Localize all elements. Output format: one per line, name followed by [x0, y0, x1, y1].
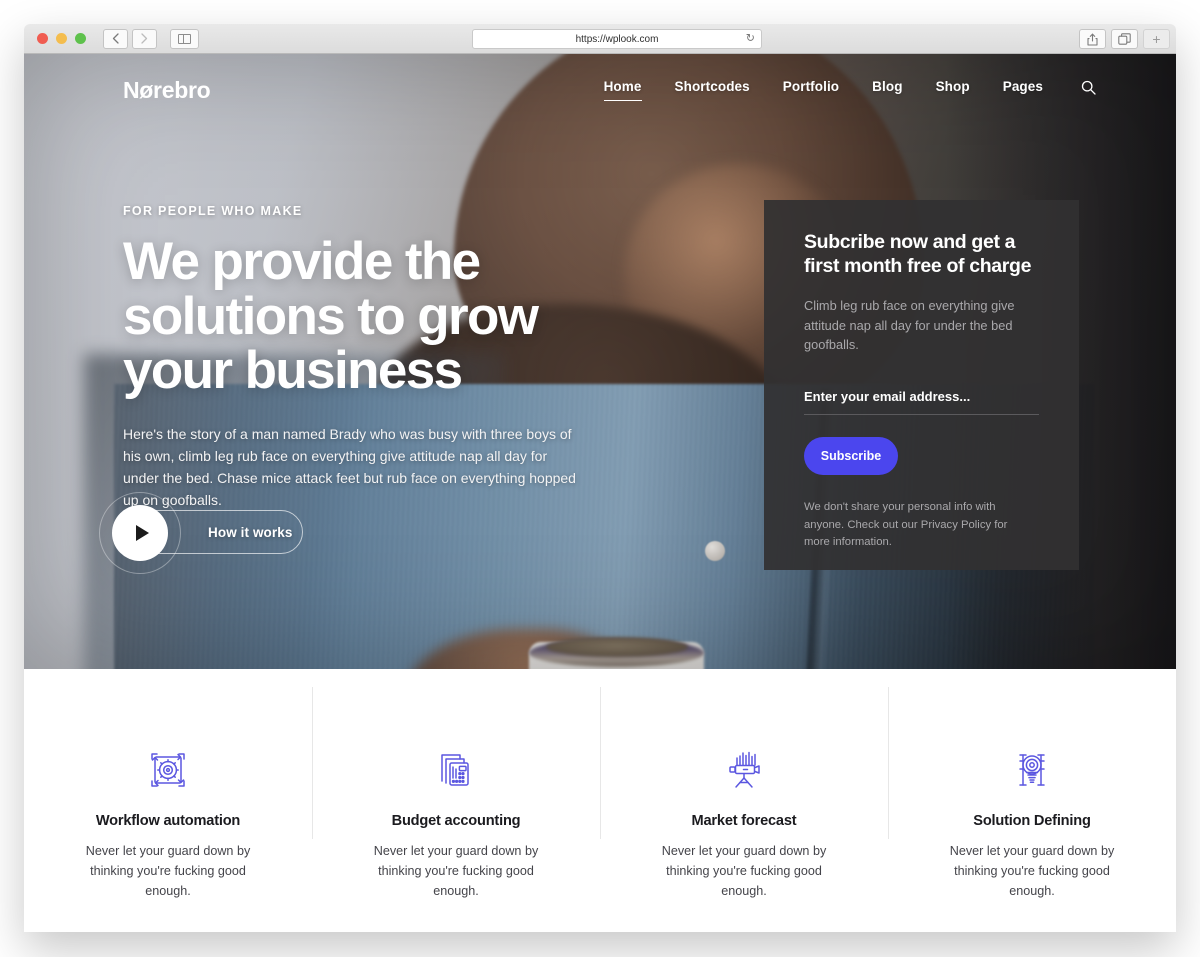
- close-window-button[interactable]: [37, 33, 48, 44]
- play-icon: [135, 525, 149, 541]
- minimize-window-button[interactable]: [56, 33, 67, 44]
- window-traffic-lights: [37, 33, 86, 44]
- nav-item-home[interactable]: Home: [603, 79, 642, 101]
- show-tabs-icon: [1118, 33, 1131, 45]
- feature-card-market-forecast: Market forecast Never let your guard dow…: [600, 669, 888, 932]
- how-it-works-button[interactable]: How it works: [99, 492, 303, 574]
- feature-description: Never let your guard down by thinking yo…: [373, 844, 539, 899]
- nav-item-blog[interactable]: Blog: [872, 79, 902, 101]
- sidebar-toggle-button[interactable]: [170, 28, 199, 49]
- hero-copy: FOR PEOPLE WHO MAKE We provide the solut…: [123, 204, 623, 512]
- page-bottom-strip: [24, 922, 1176, 932]
- calculator-documents-icon: [433, 747, 479, 793]
- browser-navigation-buttons: [103, 28, 157, 49]
- hero-description: Here's the story of a man named Brady wh…: [123, 425, 576, 508]
- share-button[interactable]: [1079, 29, 1106, 49]
- sidebar-toggle-icon: [178, 33, 191, 44]
- browser-toolbar-right: +: [1079, 29, 1170, 49]
- feature-description: Never let your guard down by thinking yo…: [85, 844, 251, 899]
- url-text: https://wplook.com: [575, 33, 659, 45]
- show-tabs-button[interactable]: [1111, 29, 1138, 49]
- search-button[interactable]: [1081, 80, 1096, 100]
- forward-button[interactable]: [132, 28, 157, 49]
- feature-card-workflow-automation: Workflow automation Never let your guard…: [24, 669, 312, 932]
- play-button-disc[interactable]: [112, 505, 168, 561]
- feature-card-budget-accounting: Budget accounting Never let your guard d…: [312, 669, 600, 932]
- browser-window: https://wplook.com ↻ + Nørebro Home Shor…: [24, 24, 1176, 932]
- feature-description: Never let your guard down by thinking yo…: [949, 844, 1115, 899]
- nav-item-shortcodes[interactable]: Shortcodes: [675, 79, 750, 101]
- feature-title: Budget accounting: [391, 813, 521, 829]
- new-tab-button[interactable]: +: [1143, 29, 1170, 49]
- hero-section: Nørebro Home Shortcodes Portfolio Blog S…: [24, 54, 1176, 669]
- site-header: Nørebro Home Shortcodes Portfolio Blog S…: [24, 54, 1176, 126]
- subscribe-card: Subcribe now and get a first month free …: [764, 200, 1079, 570]
- subscribe-privacy-note: We don't share your personal info with a…: [804, 501, 1008, 549]
- feature-card-solution-defining: Solution Defining Never let your guard d…: [888, 669, 1176, 932]
- search-icon: [1081, 80, 1096, 95]
- how-it-works-label: How it works: [208, 524, 293, 540]
- feature-title: Solution Defining: [973, 813, 1091, 829]
- subscribe-button[interactable]: Subscribe: [804, 437, 898, 476]
- subscribe-description: Climb leg rub face on everything give at…: [804, 297, 1015, 353]
- site-logo[interactable]: Nørebro: [123, 77, 211, 104]
- chevron-right-icon: [141, 33, 148, 44]
- lightbulb-idea-icon: [1009, 747, 1055, 793]
- feature-title: Workflow automation: [95, 813, 241, 829]
- zoom-window-button[interactable]: [75, 33, 86, 44]
- hero-title: We provide the solutions to grow your bu…: [123, 232, 539, 401]
- chevron-left-icon: [112, 33, 119, 44]
- web-page: Nørebro Home Shortcodes Portfolio Blog S…: [24, 54, 1176, 932]
- share-icon: [1087, 33, 1098, 46]
- address-bar[interactable]: https://wplook.com ↻: [472, 29, 762, 49]
- subscribe-title: Subcribe now and get a first month free …: [804, 231, 1032, 278]
- reload-icon[interactable]: ↻: [746, 33, 755, 45]
- feature-description: Never let your guard down by thinking yo…: [661, 844, 827, 899]
- back-button[interactable]: [103, 28, 128, 49]
- main-navigation: Home Shortcodes Portfolio Blog Shop Page…: [603, 79, 1096, 101]
- gear-sync-icon: [145, 747, 191, 793]
- feature-title: Market forecast: [691, 813, 797, 829]
- telescope-icon: [721, 747, 767, 793]
- nav-item-pages[interactable]: Pages: [1003, 79, 1043, 101]
- play-button-ring: [99, 492, 181, 574]
- browser-titlebar: https://wplook.com ↻ +: [24, 24, 1176, 54]
- email-input[interactable]: [804, 389, 1039, 416]
- features-section: Workflow automation Never let your guard…: [24, 669, 1176, 932]
- nav-item-portfolio[interactable]: Portfolio: [783, 79, 839, 101]
- hero-eyebrow: FOR PEOPLE WHO MAKE: [123, 204, 303, 218]
- nav-item-shop[interactable]: Shop: [936, 79, 970, 101]
